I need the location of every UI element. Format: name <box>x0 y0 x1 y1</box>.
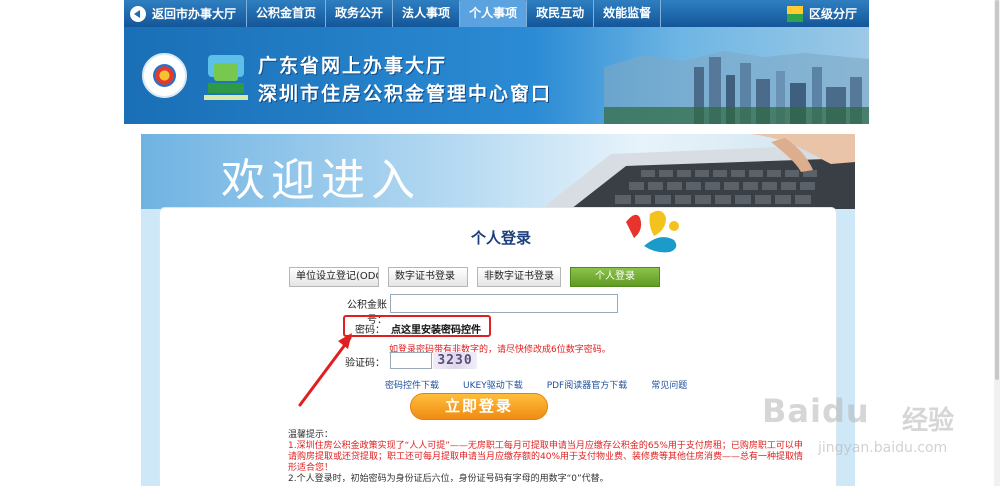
guangdong-emblem-logo <box>142 53 187 98</box>
annotation-arrow <box>298 333 352 407</box>
notice-section: 温馨提示： 1.深圳住房公积金政策实现了“人人可提”——无房职工每月可提取申请当… <box>288 430 808 485</box>
link-pdf-reader-download[interactable]: PDF阅读器官方下载 <box>547 378 628 391</box>
nav-back-label: 返回市办事大厅 <box>152 7 237 21</box>
city-skyline-image <box>604 51 869 124</box>
building-icon <box>786 5 803 22</box>
notice-item-1: 1.深圳住房公积金政策实现了“人人可提”——无房职工每月可提取申请当月应缴存公积… <box>288 441 804 473</box>
login-tabs: 单位设立登记(ODC设 数字证书登录 非数字证书登录 个人登录 <box>289 267 660 287</box>
nav-item-personal-matters[interactable]: 个人事项 <box>459 0 527 27</box>
banner-title-line2: 深圳市住房公积金管理中心窗口 <box>258 83 553 105</box>
tab-personal-login[interactable]: 个人登录 <box>570 267 660 287</box>
office-hall-logo <box>204 49 248 101</box>
welcome-heading: 欢迎进入 <box>221 155 421 206</box>
decorative-people-icon <box>626 210 679 253</box>
nav-region-label: 区级分厅 <box>808 7 857 21</box>
link-faq[interactable]: 常见问题 <box>651 378 687 391</box>
nav-item-corporate-matters[interactable]: 法人事项 <box>392 0 459 27</box>
watermark-brand: Baidu <box>762 392 870 430</box>
tab-digital-certificate[interactable]: 数字证书登录 <box>388 267 468 287</box>
captcha-image[interactable]: 3230 <box>433 352 477 369</box>
nav-region-link[interactable]: 区级分厅 <box>786 0 857 27</box>
vertical-scrollbar[interactable] <box>994 0 1000 486</box>
tab-unit-registration[interactable]: 单位设立登记(ODC设 <box>289 267 379 287</box>
link-ukey-driver-download[interactable]: UKEY驱动下载 <box>463 378 523 391</box>
welcome-hero: 欢迎进入 <box>141 134 855 209</box>
baidu-watermark: Baidu 经验 jingyan.baidu.com <box>762 378 1000 486</box>
nav-back-link[interactable]: 返回市办事大厅 <box>124 0 246 27</box>
notice-item-2: 2.个人登录时，初始密码为身份证后六位，身份证号码有字母的用数字“0”代替。 <box>288 474 609 484</box>
keyboard-photo <box>541 134 855 209</box>
login-panel: 欢迎进入 个人登录 单位设立登记(ODC设 数字证书登 <box>141 134 855 486</box>
page: { "nav": { "back_label": "返回市办事大厅", "ite… <box>0 0 1000 486</box>
nav-item-home[interactable]: 公积金首页 <box>246 0 325 27</box>
watermark-url: jingyan.baidu.com <box>818 440 948 456</box>
top-nav-bar: 返回市办事大厅 公积金首页 政务公开 法人事项 个人事项 政民互动 效能监督 区… <box>124 0 869 27</box>
login-submit-button[interactable]: 立即登录 <box>410 393 548 420</box>
nav-item-supervision[interactable]: 效能监督 <box>593 0 662 27</box>
nav-item-interaction[interactable]: 政民互动 <box>526 0 593 27</box>
nav-item-public-affairs[interactable]: 政务公开 <box>325 0 392 27</box>
account-input[interactable] <box>390 294 618 313</box>
site-banner: 广东省网上办事大厅 深圳市住房公积金管理中心窗口 <box>124 27 869 124</box>
download-links: 密码控件下载 UKEY驱动下载 PDF阅读器官方下载 常见问题 <box>385 378 711 391</box>
banner-title-line1: 广东省网上办事大厅 <box>258 55 448 77</box>
scrollbar-thumb[interactable] <box>995 0 999 380</box>
back-arrow-icon <box>130 5 146 22</box>
watermark-brand-cn: 经验 <box>902 406 955 436</box>
tab-non-digital-certificate[interactable]: 非数字证书登录 <box>477 267 561 287</box>
login-title: 个人登录 <box>471 229 532 247</box>
